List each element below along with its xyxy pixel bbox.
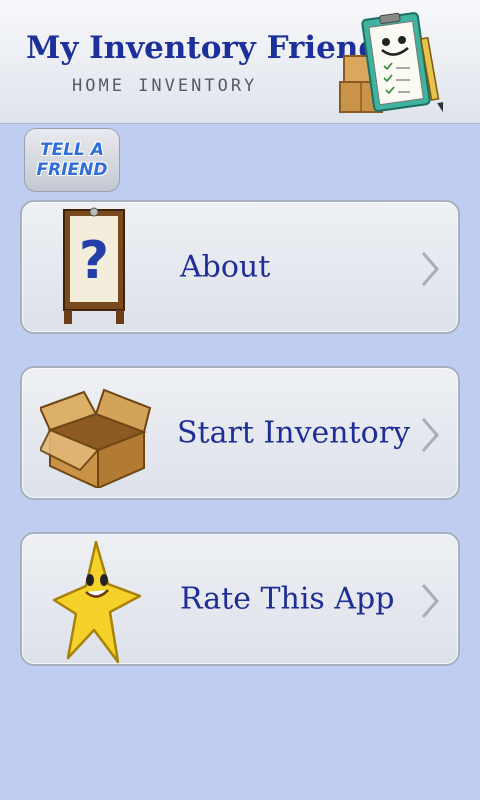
chevron-right-icon [421, 584, 439, 618]
start-inventory-label: Start Inventory [177, 415, 411, 451]
svg-text:?: ? [79, 231, 109, 291]
star-mascot-icon [52, 540, 142, 664]
app-subtitle: HOME INVENTORY [72, 76, 258, 96]
about-button[interactable]: ? About [20, 200, 460, 334]
rate-this-app-label: Rate This App [180, 581, 395, 617]
tell-a-friend-button[interactable]: TELL A FRIEND [24, 128, 120, 192]
question-sign-icon: ? [63, 207, 125, 324]
start-inventory-button[interactable]: Start Inventory [20, 366, 460, 500]
chevron-right-icon [421, 418, 439, 452]
tell-a-friend-line2: FRIEND [36, 160, 108, 180]
clipboard-mascot-logo-icon [339, 12, 444, 113]
cardboard-box-icon [40, 388, 152, 488]
chevron-right-icon [421, 252, 439, 286]
about-label: About [180, 249, 271, 285]
rate-this-app-button[interactable]: Rate This App [20, 532, 460, 666]
tell-a-friend-line1: TELL A [40, 140, 104, 160]
app-title: My Inventory Friend [26, 30, 381, 66]
app-header: My Inventory Friend HOME INVENTORY [0, 0, 480, 124]
